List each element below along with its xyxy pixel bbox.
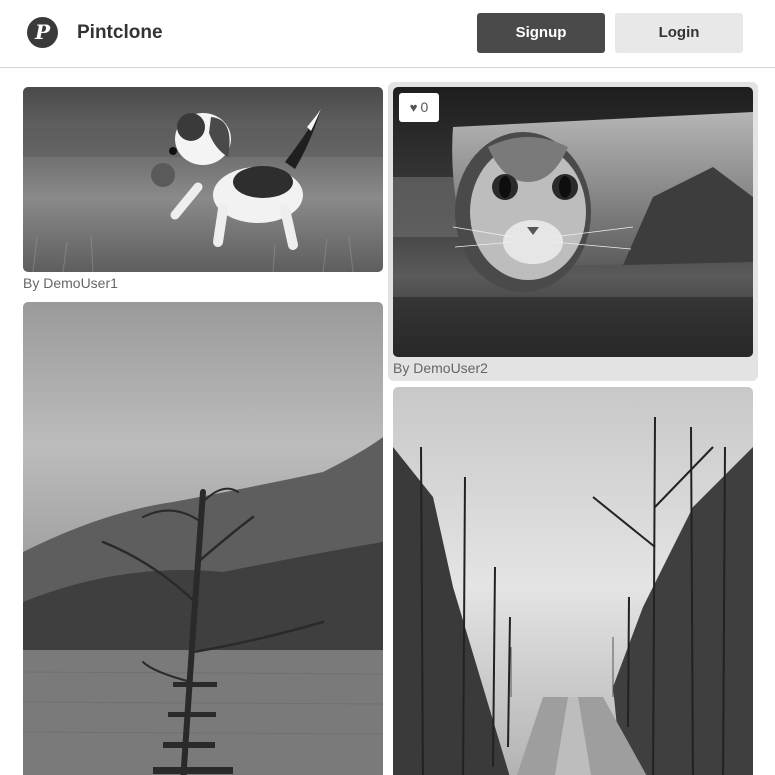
pin-image[interactable] — [23, 87, 383, 272]
login-button[interactable]: Login — [615, 13, 743, 53]
forest-road-image — [393, 387, 753, 775]
cat-in-paper-roll-image — [393, 87, 753, 357]
pin-card[interactable]: By DemoUser1 — [23, 87, 383, 293]
pin-image[interactable]: ♥ 0 — [393, 87, 753, 357]
signup-button[interactable]: Signup — [477, 13, 605, 53]
like-count: 0 — [420, 99, 429, 115]
like-button[interactable]: ♥ 0 — [399, 93, 439, 122]
beagle-puppy-image — [23, 87, 383, 272]
pin-author[interactable]: By DemoUser2 — [393, 360, 488, 376]
pin-card[interactable]: ♥ 0 By DemoUser2 — [388, 82, 758, 381]
pin-image[interactable] — [393, 387, 753, 775]
pinterest-logo-icon[interactable]: P — [27, 17, 58, 48]
pin-card[interactable] — [23, 302, 383, 775]
top-navbar: P Pintclone Signup Login — [0, 0, 775, 68]
lake-tree-mountain-image — [23, 302, 383, 775]
brand-name[interactable]: Pintclone — [77, 22, 163, 44]
pin-image[interactable] — [23, 302, 383, 775]
heart-icon: ♥ — [409, 100, 418, 115]
pin-card[interactable] — [393, 387, 753, 775]
pin-author[interactable]: By DemoUser1 — [23, 275, 118, 291]
